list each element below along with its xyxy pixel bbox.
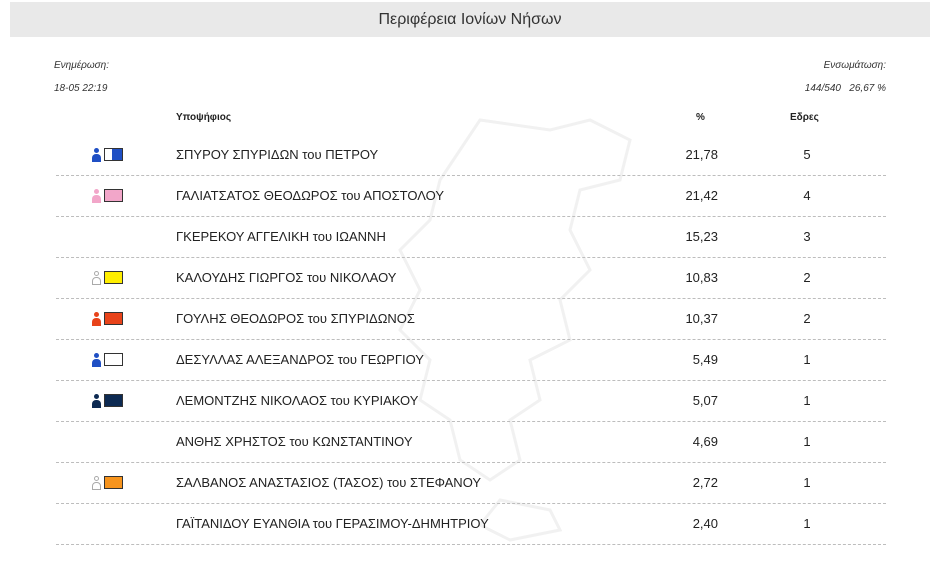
table-row: ΣΑΛΒΑΝΟΣ ΑΝΑΣΤΑΣΙΟΣ (ΤΑΣΟΣ) του ΣΤΕΦΑΝΟΥ… [56,462,886,504]
table-row: ΓΚΕΡΕΚΟΥ ΑΓΓΕΛΙΚΗ του ΙΩΑΝΝΗ 15,23 3 [56,216,886,258]
candidate-percent: 21,78 [685,147,718,162]
table-row: ΓΟΥΛΗΣ ΘΕΟΔΩΡΟΣ του ΣΠΥΡΙΔΩΝΟΣ 10,37 2 [56,298,886,340]
region-title-bar: Περιφέρεια Ιονίων Νήσων [10,2,930,37]
update-label: Ενημέρωση: [54,60,109,71]
candidate-seats: 1 [803,393,811,408]
candidate-percent: 2,40 [692,516,718,531]
candidate-name: ΔΕΣΥΛΛΑΣ ΑΛΕΞΑΝΔΡΟΣ του ΓΕΩΡΓΙΟΥ [176,352,424,367]
candidate-seats: 3 [803,229,811,244]
party-icon [92,148,128,162]
party-color-swatch [104,353,123,366]
candidate-seats: 1 [803,352,811,367]
candidate-percent: 21,42 [685,188,718,203]
party-icon [92,189,128,203]
party-icon [92,476,128,490]
party-icon [92,271,128,285]
candidate-percent: 5,49 [692,352,718,367]
party-icon [92,312,128,326]
column-header-percent: % [696,112,705,123]
candidate-name: ΣΠΥΡΟΥ ΣΠΥΡΙΔΩΝ του ΠΕΤΡΟΥ [176,147,379,162]
party-icon [92,353,128,367]
candidate-seats: 1 [803,434,811,449]
table-row: ΓΑΛΙΑΤΣΑΤΟΣ ΘΕΟΔΩΡΟΣ του ΑΠΟΣΤΟΛΟΥ 21,42 4 [56,175,886,217]
person-outline-icon [92,476,102,490]
table-row: ΛΕΜΟΝΤΖΗΣ ΝΙΚΟΛΑΟΣ του ΚΥΡΙΑΚΟΥ 5,07 1 [56,380,886,422]
person-icon [92,312,102,326]
candidate-name: ΣΑΛΒΑΝΟΣ ΑΝΑΣΤΑΣΙΟΣ (ΤΑΣΟΣ) του ΣΤΕΦΑΝΟΥ [176,475,482,490]
candidate-percent: 5,07 [692,393,718,408]
integration-percent: 26,67 % [849,83,886,94]
candidate-name: ΓΑΪΤΑΝΙΔΟΥ ΕΥΑΝΘΙΑ του ΓΕΡΑΣΙΜΟΥ-ΔΗΜΗΤΡΙ… [176,516,489,531]
table-row: ΚΑΛΟΥΔΗΣ ΓΙΩΡΓΟΣ του ΝΙΚΟΛΑΟΥ 10,83 2 [56,257,886,299]
candidate-seats: 2 [803,270,811,285]
update-timestamp: 18-05 22:19 [54,83,108,94]
candidate-seats: 2 [803,311,811,326]
column-header-seats: Εδρες [790,112,819,123]
party-color-swatch [104,148,123,161]
integration-value: 144/540 26,67 % [805,83,886,94]
candidate-seats: 1 [803,516,811,531]
party-color-swatch [104,189,123,202]
candidate-percent: 4,69 [692,434,718,449]
person-icon [92,394,102,408]
party-color-swatch [104,394,123,407]
party-color-swatch [104,271,123,284]
candidate-percent: 10,37 [685,311,718,326]
candidate-seats: 5 [803,147,811,162]
candidate-percent: 10,83 [685,270,718,285]
person-icon [92,189,102,203]
person-icon [92,353,102,367]
candidate-name: ΑΝΘΗΣ ΧΡΗΣΤΟΣ του ΚΩΝΣΤΑΝΤΙΝΟΥ [176,434,413,449]
table-row: ΓΑΪΤΑΝΙΔΟΥ ΕΥΑΝΘΙΑ του ΓΕΡΑΣΙΜΟΥ-ΔΗΜΗΤΡΙ… [56,503,886,545]
integration-stations: 144/540 [804,83,841,94]
party-color-swatch [104,476,123,489]
candidate-name: ΛΕΜΟΝΤΖΗΣ ΝΙΚΟΛΑΟΣ του ΚΥΡΙΑΚΟΥ [176,393,419,408]
table-row: ΔΕΣΥΛΛΑΣ ΑΛΕΞΑΝΔΡΟΣ του ΓΕΩΡΓΙΟΥ 5,49 1 [56,339,886,381]
table-row: ΑΝΘΗΣ ΧΡΗΣΤΟΣ του ΚΩΝΣΤΑΝΤΙΝΟΥ 4,69 1 [56,421,886,463]
table-row: ΣΠΥΡΟΥ ΣΠΥΡΙΔΩΝ του ΠΕΤΡΟΥ 21,78 5 [56,134,886,176]
page-title: Περιφέρεια Ιονίων Νήσων [378,10,562,28]
person-outline-icon [92,271,102,285]
candidate-name: ΓΑΛΙΑΤΣΑΤΟΣ ΘΕΟΔΩΡΟΣ του ΑΠΟΣΤΟΛΟΥ [176,188,444,203]
party-color-swatch [104,312,123,325]
party-icon [92,394,128,408]
candidate-seats: 1 [803,475,811,490]
column-header-candidate: Υποψήφιος [176,112,232,123]
person-icon [92,148,102,162]
integration-label: Ενσωμάτωση: [823,60,886,71]
candidate-percent: 15,23 [685,229,718,244]
candidate-seats: 4 [803,188,811,203]
candidate-name: ΚΑΛΟΥΔΗΣ ΓΙΩΡΓΟΣ του ΝΙΚΟΛΑΟΥ [176,270,397,285]
candidate-name: ΓΚΕΡΕΚΟΥ ΑΓΓΕΛΙΚΗ του ΙΩΑΝΝΗ [176,229,386,244]
candidate-name: ΓΟΥΛΗΣ ΘΕΟΔΩΡΟΣ του ΣΠΥΡΙΔΩΝΟΣ [176,311,415,326]
candidate-percent: 2,72 [692,475,718,490]
